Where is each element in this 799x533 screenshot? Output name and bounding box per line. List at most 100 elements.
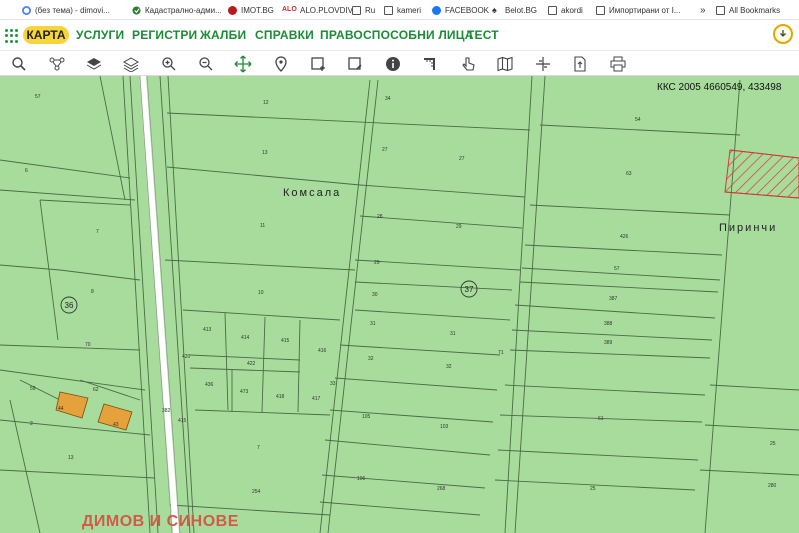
nav-pravosposobni[interactable]: ПРАВОСПОСОБНИ ЛИЦА	[320, 28, 474, 42]
bookmarks-bar: (без тема) - dimovi... Кадастрално-адми.…	[0, 0, 799, 20]
spade-icon: ♠	[492, 4, 497, 15]
cross-tool[interactable]	[533, 54, 553, 74]
network-icon	[49, 57, 65, 71]
svg-text:10: 10	[258, 290, 264, 296]
export-icon	[574, 56, 586, 72]
select-rect-tool[interactable]	[308, 54, 328, 74]
svg-text:36: 36	[65, 301, 74, 310]
network-tool[interactable]	[47, 54, 67, 74]
svg-text:103: 103	[440, 424, 449, 430]
svg-text:254: 254	[252, 489, 261, 495]
svg-text:473: 473	[240, 389, 249, 395]
export-tool[interactable]	[570, 54, 590, 74]
nav-karta[interactable]: КАРТА	[23, 26, 69, 44]
print-tool[interactable]	[608, 54, 628, 74]
svg-text:44: 44	[58, 406, 64, 412]
svg-text:57: 57	[35, 94, 41, 100]
svg-text:62: 62	[93, 387, 99, 393]
map-tool[interactable]	[495, 54, 515, 74]
download-button[interactable]	[773, 24, 793, 44]
svg-text:420: 420	[182, 354, 191, 360]
svg-text:59: 59	[30, 386, 36, 392]
bookmark-cadastre[interactable]: Кадастрално-адми...	[132, 0, 222, 20]
nav-uslugi[interactable]: УСЛУГИ	[76, 28, 124, 42]
select-rect-icon	[311, 57, 325, 71]
bookmark-alo[interactable]: ALO ALO.PLOVDIV	[282, 0, 353, 20]
bookmark-imported[interactable]: Импортирани от I...	[596, 0, 681, 20]
layers-filled-tool[interactable]	[84, 54, 104, 74]
map-canvas[interactable]: 36 37 57 12 34 54 6 13 27 27 63 7 11 28 …	[0, 76, 799, 533]
svg-text:13: 13	[68, 455, 74, 461]
svg-text:31: 31	[370, 321, 376, 327]
svg-text:32: 32	[446, 364, 452, 370]
svg-text:415: 415	[281, 338, 290, 344]
print-icon	[610, 56, 626, 72]
pin-tool[interactable]	[271, 54, 291, 74]
zoom-in-icon	[162, 57, 176, 71]
svg-text:436: 436	[205, 382, 214, 388]
svg-text:6: 6	[25, 168, 28, 174]
svg-text:25: 25	[590, 486, 596, 492]
svg-text:2: 2	[30, 421, 33, 427]
hatched-parcel[interactable]	[724, 149, 799, 199]
cadastre-icon	[132, 5, 141, 15]
svg-text:418: 418	[276, 394, 285, 400]
nav-registri[interactable]: РЕГИСТРИ	[132, 28, 197, 42]
svg-text:415: 415	[178, 418, 187, 424]
google-icon	[22, 5, 31, 15]
svg-text:7: 7	[257, 445, 260, 451]
folder-icon	[548, 5, 557, 15]
bookmark-gmail[interactable]: (без тема) - dimovi...	[22, 0, 110, 20]
select-edit-tool[interactable]	[345, 54, 365, 74]
zoom-in-tool[interactable]	[159, 54, 179, 74]
svg-text:27: 27	[382, 147, 388, 153]
pointer-tool[interactable]	[458, 54, 478, 74]
bookmark-facebook[interactable]: FACEBOOK	[432, 0, 489, 20]
svg-text:54: 54	[635, 117, 641, 123]
bookmark-kameri[interactable]: kameri	[384, 0, 421, 20]
pointer-icon	[462, 57, 475, 71]
svg-text:28: 28	[377, 214, 383, 220]
svg-text:12: 12	[263, 100, 269, 106]
svg-text:61: 61	[598, 416, 604, 422]
svg-text:417: 417	[312, 396, 321, 402]
measure-tool[interactable]	[420, 54, 440, 74]
svg-text:11: 11	[260, 223, 265, 229]
folder-icon	[716, 5, 725, 15]
search-tool[interactable]	[9, 54, 29, 74]
svg-text:388: 388	[604, 321, 613, 327]
all-bookmarks[interactable]: All Bookmarks	[716, 0, 780, 20]
coordinate-readout: ККС 2005 4660549, 433498	[657, 82, 782, 93]
svg-text:57: 57	[614, 266, 620, 272]
svg-text:31: 31	[450, 331, 456, 337]
svg-text:106: 106	[357, 476, 366, 482]
folder-icon	[596, 5, 605, 15]
nav-spravki[interactable]: СПРАВКИ	[255, 28, 314, 42]
apps-grid-icon[interactable]	[5, 29, 19, 43]
svg-text:32: 32	[368, 356, 374, 362]
bookmark-imot[interactable]: IMOT.BG	[228, 0, 274, 20]
bookmark-ru[interactable]: Ru	[352, 0, 375, 20]
svg-text:43: 43	[113, 422, 119, 428]
svg-text:27: 27	[459, 156, 465, 162]
nav-test[interactable]: ТЕСТ	[467, 28, 499, 42]
svg-text:34: 34	[385, 96, 391, 102]
bookmarks-more[interactable]: »	[700, 0, 706, 20]
place-label-komsala: Комсала	[283, 187, 342, 199]
pan-tool[interactable]	[233, 54, 253, 74]
info-tool[interactable]	[383, 54, 403, 74]
svg-text:387: 387	[609, 296, 618, 302]
nav-zhalbi[interactable]: ЖАЛБИ	[200, 28, 246, 42]
svg-text:426: 426	[620, 234, 629, 240]
layers-tool[interactable]	[121, 54, 141, 74]
select-edit-icon	[348, 57, 362, 70]
zoom-out-tool[interactable]	[196, 54, 216, 74]
bookmark-belot[interactable]: ♠ Belot.BG	[492, 0, 537, 20]
bookmark-akordi[interactable]: akordi	[548, 0, 583, 20]
pin-icon	[275, 56, 287, 72]
svg-text:389: 389	[604, 340, 613, 346]
svg-text:13: 13	[262, 150, 268, 156]
svg-text:63: 63	[626, 171, 632, 177]
svg-text:29: 29	[374, 260, 380, 266]
cadastral-map[interactable]: 36 37 57 12 34 54 6 13 27 27 63 7 11 28 …	[0, 76, 799, 533]
